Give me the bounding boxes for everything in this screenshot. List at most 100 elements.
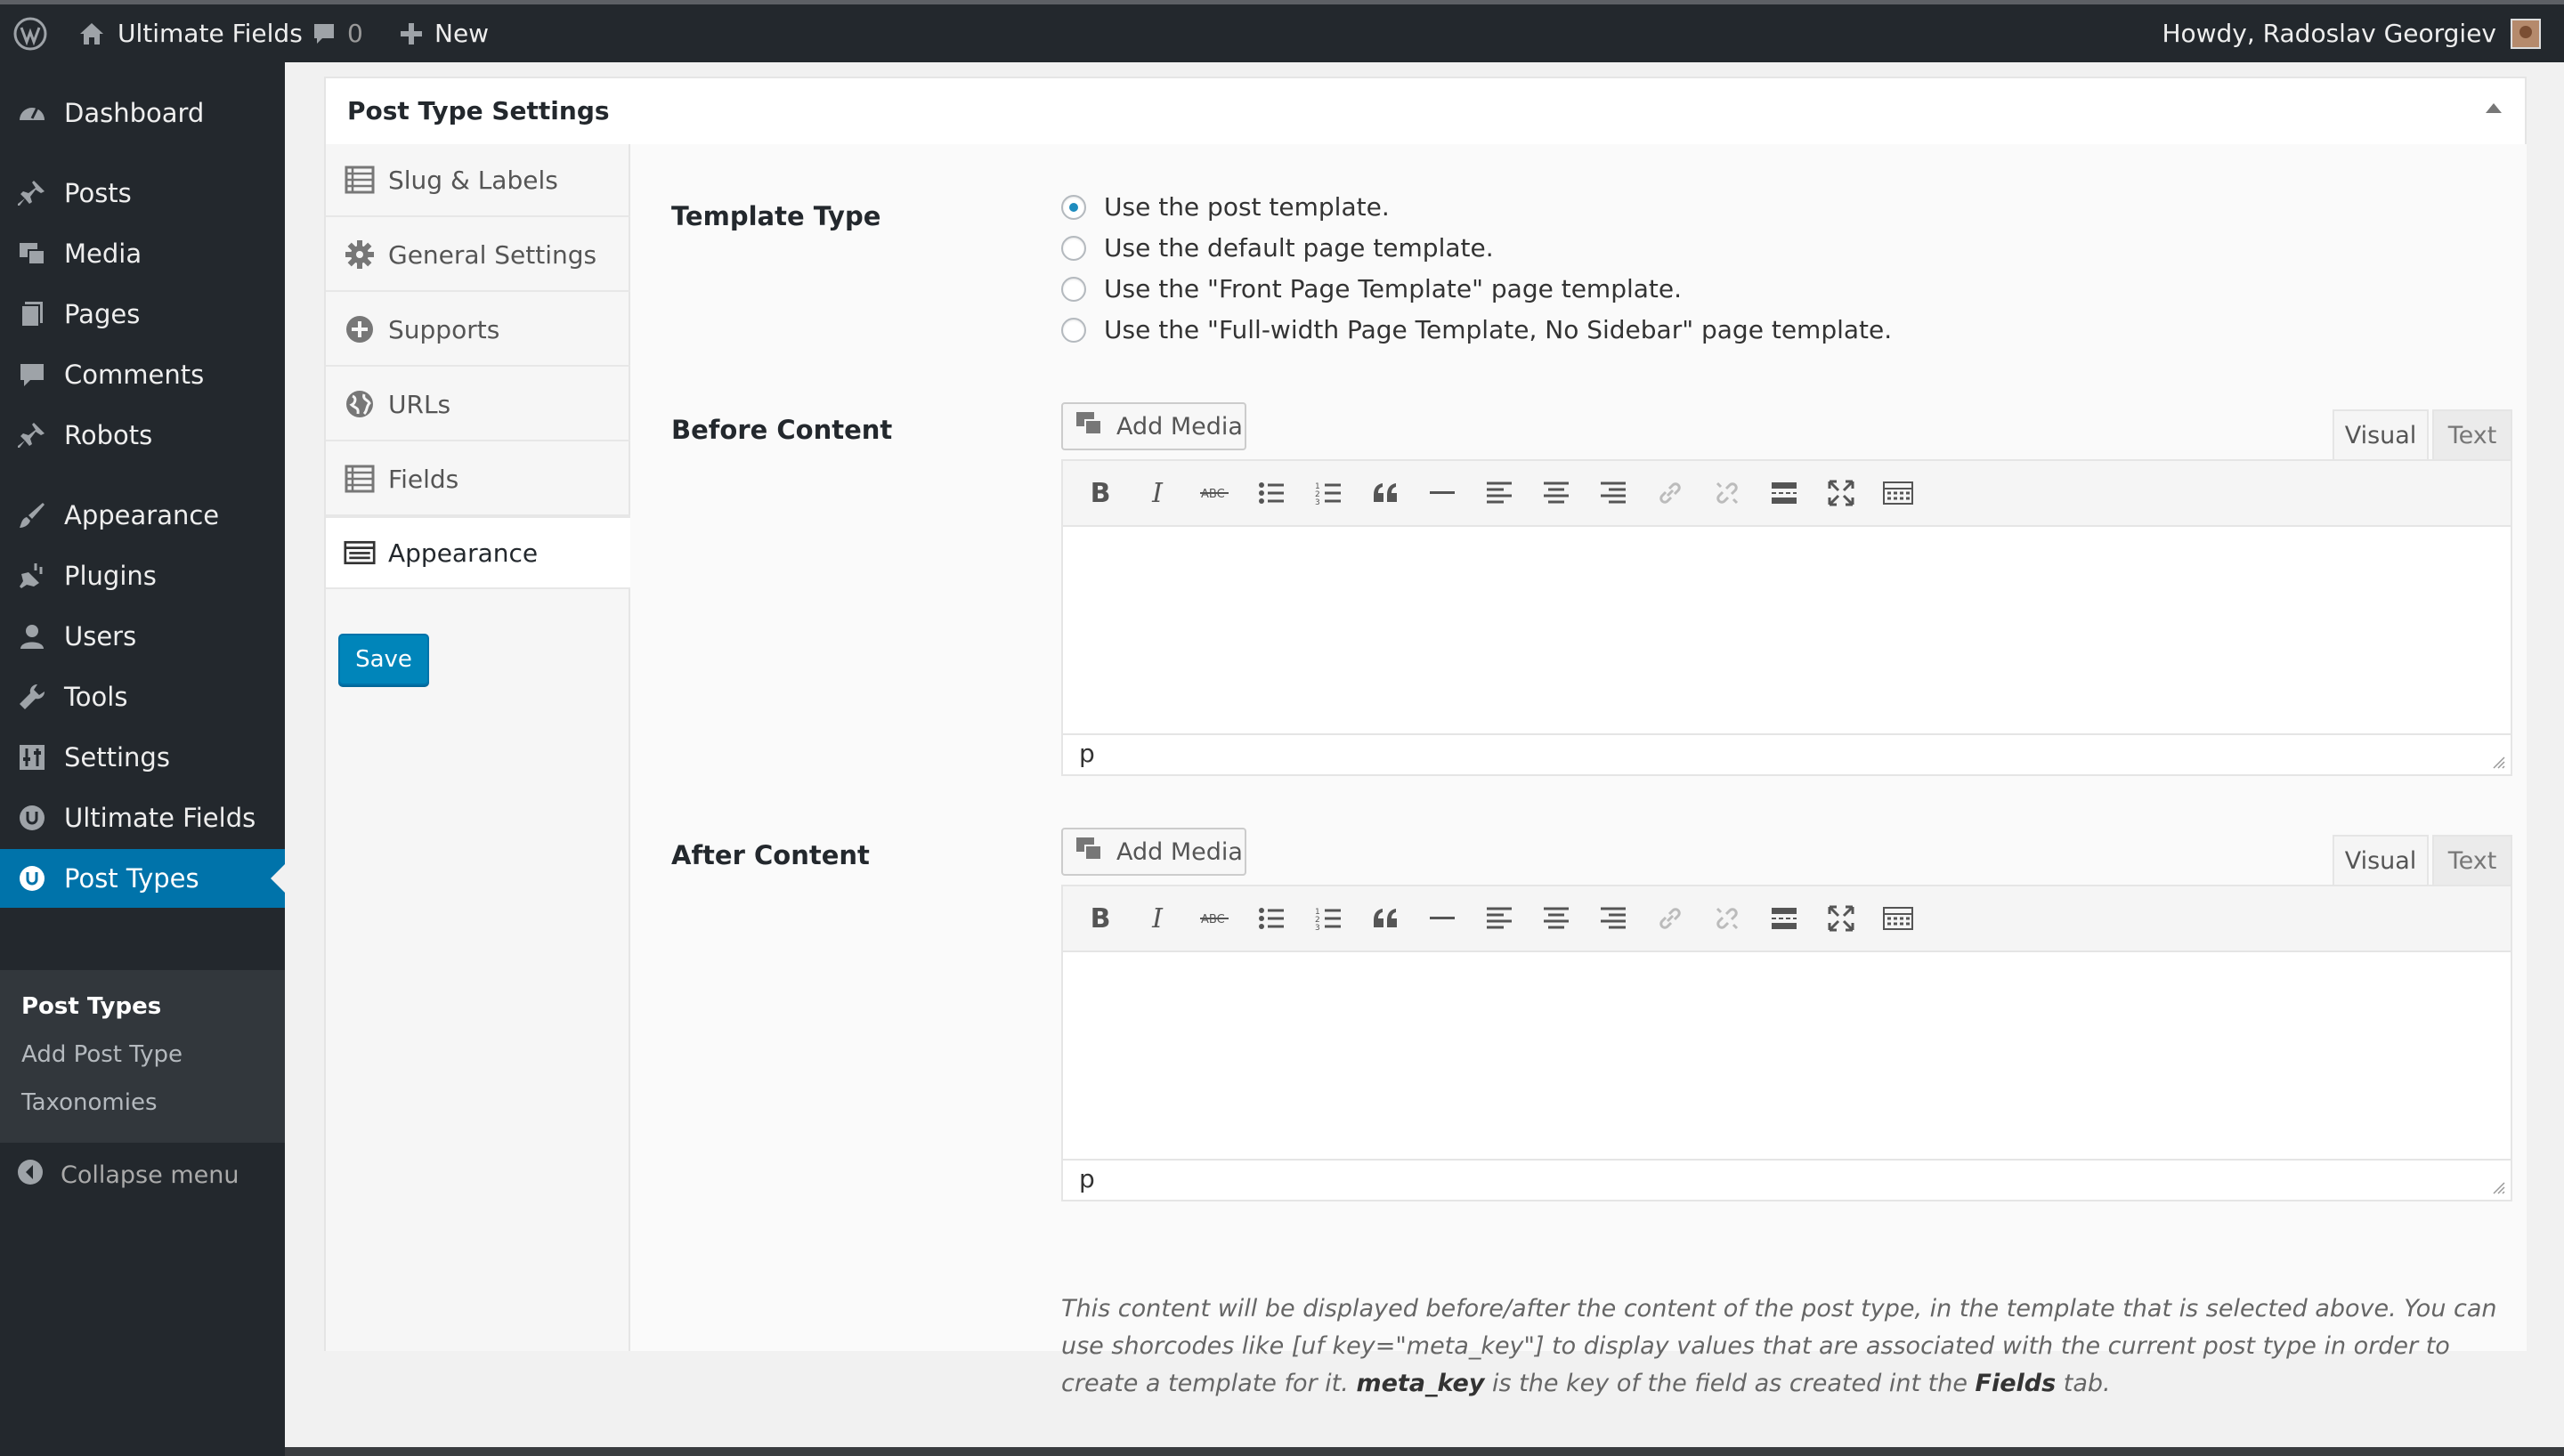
template-option-post[interactable]: Use the post template. bbox=[1061, 192, 1390, 222]
template-option-full-width[interactable]: Use the "Full-width Page Template, No Si… bbox=[1061, 315, 1892, 344]
menu-item-robots[interactable]: Robots bbox=[0, 406, 285, 465]
avatar bbox=[2511, 18, 2541, 49]
globe-icon bbox=[344, 388, 376, 420]
element-path[interactable]: p bbox=[1079, 1164, 1095, 1193]
horizontal-line-icon[interactable] bbox=[1424, 901, 1460, 936]
resize-handle-icon[interactable] bbox=[2491, 1180, 2505, 1194]
radio-button-checked[interactable] bbox=[1061, 194, 1086, 220]
bold-icon[interactable]: B bbox=[1083, 901, 1118, 936]
tab-supports[interactable]: Supports bbox=[326, 294, 630, 367]
list-icon bbox=[344, 463, 376, 495]
blockquote-icon[interactable] bbox=[1367, 901, 1403, 936]
editor-content-area[interactable] bbox=[1063, 527, 2511, 735]
fullscreen-icon[interactable] bbox=[1823, 475, 1859, 511]
menu-item-dashboard[interactable]: Dashboard bbox=[0, 84, 285, 142]
align-right-icon[interactable] bbox=[1595, 475, 1631, 511]
menu-item-post-types[interactable]: Post Types bbox=[0, 849, 285, 908]
editor-toolbar: B I ABC 123 bbox=[1063, 886, 2511, 952]
read-more-icon[interactable] bbox=[1766, 475, 1802, 511]
toolbar-toggle-icon[interactable] bbox=[1880, 475, 1916, 511]
italic-icon[interactable]: I bbox=[1140, 475, 1175, 511]
unlink-icon[interactable] bbox=[1709, 901, 1745, 936]
field-description: This content will be displayed before/af… bbox=[1061, 1295, 2497, 1397]
numbered-list-icon[interactable]: 123 bbox=[1310, 901, 1346, 936]
collapse-menu-button[interactable]: Collapse menu bbox=[0, 1148, 285, 1201]
tab-appearance[interactable]: Appearance bbox=[326, 516, 632, 589]
text-tab[interactable]: Text bbox=[2432, 409, 2512, 461]
bold-icon[interactable]: B bbox=[1083, 475, 1118, 511]
after-content-label: After Content bbox=[671, 840, 870, 870]
add-media-button[interactable]: Add Media bbox=[1061, 828, 1246, 876]
link-icon[interactable] bbox=[1652, 901, 1688, 936]
visual-tab[interactable]: Visual bbox=[2333, 835, 2429, 886]
bullet-list-icon[interactable] bbox=[1254, 475, 1289, 511]
postbox-header[interactable]: Post Type Settings bbox=[326, 78, 2525, 146]
align-left-icon[interactable] bbox=[1481, 475, 1517, 511]
tab-slug-labels[interactable]: Slug & Labels bbox=[326, 144, 630, 217]
menu-item-tools[interactable]: Tools bbox=[0, 667, 285, 726]
before-content-label: Before Content bbox=[671, 415, 893, 445]
bullet-list-icon[interactable] bbox=[1254, 901, 1289, 936]
pin-icon bbox=[18, 179, 46, 207]
submenu-item-post-types[interactable]: Post Types bbox=[21, 993, 161, 1020]
blockquote-icon[interactable] bbox=[1367, 475, 1403, 511]
strikethrough-icon[interactable]: ABC bbox=[1197, 475, 1232, 511]
collapse-arrow-icon bbox=[16, 1158, 45, 1193]
before-content-editor: Add Media Visual Text B I ABC 123 p bbox=[1061, 402, 2512, 776]
radio-button[interactable] bbox=[1061, 276, 1086, 302]
collapse-toggle-icon[interactable] bbox=[2486, 103, 2502, 113]
strikethrough-icon[interactable]: ABC bbox=[1197, 901, 1232, 936]
resize-handle-icon[interactable] bbox=[2491, 755, 2505, 769]
radio-button[interactable] bbox=[1061, 317, 1086, 343]
link-icon[interactable] bbox=[1652, 475, 1688, 511]
submenu-item-taxonomies[interactable]: Taxonomies bbox=[21, 1089, 157, 1116]
read-more-icon[interactable] bbox=[1766, 901, 1802, 936]
menu-item-media[interactable]: Media bbox=[0, 224, 285, 283]
menu-item-comments[interactable]: Comments bbox=[0, 345, 285, 404]
tab-urls[interactable]: URLs bbox=[326, 368, 630, 441]
menu-item-settings[interactable]: Settings bbox=[0, 728, 285, 787]
template-option-front-page[interactable]: Use the "Front Page Template" page templ… bbox=[1061, 274, 1682, 303]
fullscreen-icon[interactable] bbox=[1823, 901, 1859, 936]
template-option-default-page[interactable]: Use the default page template. bbox=[1061, 233, 1494, 263]
add-media-icon bbox=[1075, 836, 1106, 869]
comments-link[interactable]: 0 bbox=[312, 4, 363, 62]
svg-text:3: 3 bbox=[1315, 924, 1320, 931]
element-path[interactable]: p bbox=[1079, 739, 1095, 768]
editor-frame: B I ABC 123 p bbox=[1061, 459, 2512, 776]
editor-content-area[interactable] bbox=[1063, 952, 2511, 1161]
menu-item-plugins[interactable]: Plugins bbox=[0, 546, 285, 605]
horizontal-line-icon[interactable] bbox=[1424, 475, 1460, 511]
menu-item-ultimate-fields[interactable]: Ultimate Fields bbox=[0, 789, 285, 847]
svg-text:ABC: ABC bbox=[1201, 488, 1225, 501]
align-center-icon[interactable] bbox=[1538, 901, 1574, 936]
unlink-icon[interactable] bbox=[1709, 475, 1745, 511]
italic-icon[interactable]: I bbox=[1140, 901, 1175, 936]
align-left-icon[interactable] bbox=[1481, 901, 1517, 936]
toolbar-toggle-icon[interactable] bbox=[1880, 901, 1916, 936]
admin-sidebar: Dashboard Posts Media Pages Comments Rob… bbox=[0, 62, 285, 1456]
tab-fields[interactable]: Fields bbox=[326, 443, 630, 516]
align-right-icon[interactable] bbox=[1595, 901, 1631, 936]
submenu-item-add-post-type[interactable]: Add Post Type bbox=[21, 1041, 183, 1068]
account-menu[interactable]: Howdy, Radoslav Georgiev bbox=[2162, 4, 2541, 62]
menu-item-posts[interactable]: Posts bbox=[0, 164, 285, 222]
align-center-icon[interactable] bbox=[1538, 475, 1574, 511]
add-media-button[interactable]: Add Media bbox=[1061, 402, 1246, 450]
text-tab[interactable]: Text bbox=[2432, 835, 2512, 886]
numbered-list-icon[interactable]: 123 bbox=[1310, 475, 1346, 511]
admin-bar: Ultimate Fields 0 New Howdy, Radoslav Ge… bbox=[0, 0, 2564, 62]
new-content-link[interactable]: New bbox=[399, 4, 489, 62]
menu-item-users[interactable]: Users bbox=[0, 607, 285, 666]
tab-general-settings[interactable]: General Settings bbox=[326, 219, 630, 292]
editor-toolbar: B I ABC 123 bbox=[1063, 461, 2511, 527]
site-name-link[interactable]: Ultimate Fields bbox=[78, 4, 303, 62]
wordpress-logo-icon[interactable] bbox=[12, 4, 48, 62]
editor-statusbar: p bbox=[1063, 1159, 2511, 1200]
radio-button[interactable] bbox=[1061, 235, 1086, 261]
save-button[interactable]: Save bbox=[338, 634, 429, 685]
menu-item-pages[interactable]: Pages bbox=[0, 285, 285, 344]
menu-item-appearance[interactable]: Appearance bbox=[0, 486, 285, 545]
visual-tab[interactable]: Visual bbox=[2333, 409, 2429, 461]
howdy-label: Howdy, Radoslav Georgiev bbox=[2162, 19, 2496, 48]
